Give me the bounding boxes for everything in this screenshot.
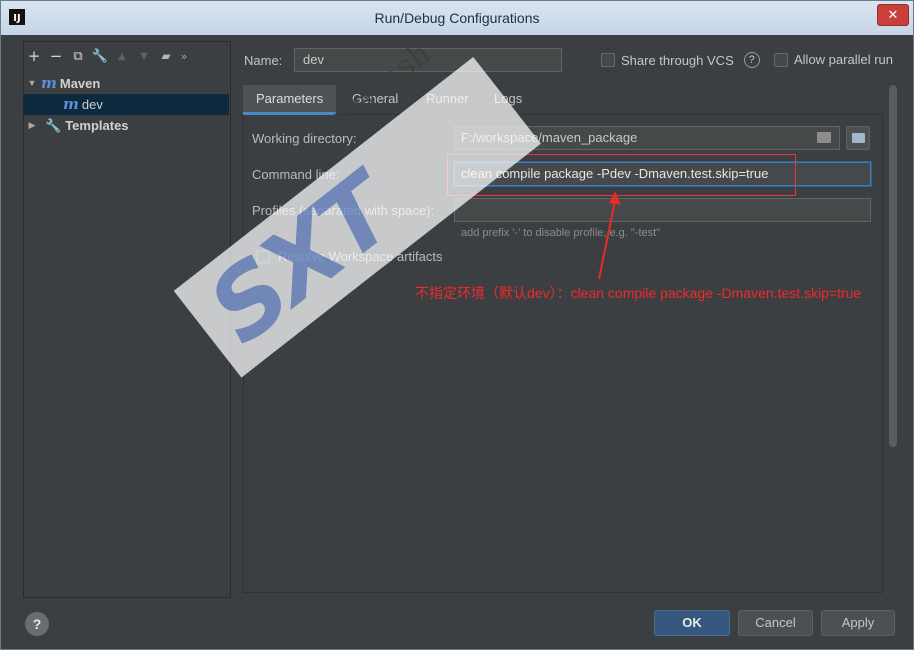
tab-runner[interactable]: Runner (413, 85, 482, 115)
run-debug-configurations-dialog: IJ Run/Debug Configurations ✕ + − ⧉ 🔧 ▲ … (0, 0, 914, 650)
annotation-text: 不指定环境（默认dev）：clean compile package -Dmav… (415, 285, 862, 301)
working-directory-label: Working directory: (252, 131, 357, 146)
apply-button[interactable]: Apply (821, 610, 895, 636)
folder-icon[interactable]: ▰ (155, 45, 177, 67)
annotation-arrow (598, 191, 621, 280)
name-label: Name: (244, 53, 283, 68)
tab-logs[interactable]: Logs (481, 85, 535, 115)
wrench-icon[interactable]: 🔧 (89, 45, 111, 67)
tree-toolbar: + − ⧉ 🔧 ▲ ▼ ▰ » (23, 45, 233, 67)
ok-button[interactable]: OK (654, 610, 730, 636)
tab-general[interactable]: General (339, 85, 411, 115)
configuration-tree: ▼ m Maven m dev ▶ 🔧 Templates (23, 73, 229, 136)
wrench-icon: 🔧 (45, 118, 62, 133)
tab-bar: Parameters General Runner Logs (243, 85, 883, 115)
working-directory-input[interactable]: F:/workspace/maven_package (454, 126, 840, 150)
move-up-icon[interactable]: ▲ (111, 45, 133, 67)
title-bar: IJ Run/Debug Configurations ✕ (1, 1, 913, 35)
remove-icon[interactable]: − (45, 45, 67, 67)
scrollbar-thumb[interactable] (889, 85, 897, 447)
add-icon[interactable]: + (23, 45, 45, 67)
copy-icon[interactable]: ⧉ (67, 45, 89, 67)
more-icon[interactable]: » (177, 45, 191, 67)
resolve-workspace-artifacts-label: Resolve Workspace artifacts (278, 249, 443, 264)
expand-arrow-icon[interactable]: ▼ (27, 73, 37, 94)
tree-item-dev[interactable]: m dev (23, 94, 229, 115)
tab-parameters[interactable]: Parameters (243, 85, 337, 115)
checkbox-box[interactable] (774, 52, 788, 67)
resolve-workspace-artifacts-checkbox[interactable]: Resolve Workspace artifacts (256, 249, 443, 264)
profiles-label: Profiles (separated with space): (252, 203, 435, 218)
checkbox-box[interactable] (256, 249, 270, 264)
cancel-button[interactable]: Cancel (738, 610, 813, 636)
share-through-vcs-label: Share through VCS (621, 52, 734, 68)
move-down-icon[interactable]: ▼ (133, 45, 155, 67)
tree-item-label: Maven (59, 76, 101, 91)
allow-parallel-run-checkbox[interactable]: Allow parallel run (774, 52, 893, 67)
tree-item-label: dev (81, 97, 103, 112)
maven-icon: m (41, 74, 57, 92)
tree-item-label: Templates (65, 118, 129, 133)
help-icon[interactable]: ? (743, 52, 760, 68)
tree-item-maven[interactable]: ▼ m Maven (23, 73, 229, 94)
macro-folder-button[interactable] (846, 126, 870, 150)
window-title: Run/Debug Configurations (374, 10, 540, 26)
tree-item-templates[interactable]: ▶ 🔧 Templates (23, 115, 229, 136)
help-button[interactable]: ? (25, 612, 49, 636)
name-input[interactable]: dev (294, 48, 562, 72)
command-line-label: Command line: (252, 167, 340, 182)
maven-icon: m (63, 95, 79, 113)
browse-folder-icon[interactable] (817, 132, 831, 143)
working-directory-value: F:/workspace/maven_package (461, 130, 638, 145)
allow-parallel-run-label: Allow parallel run (794, 52, 893, 67)
profiles-input[interactable] (454, 198, 871, 222)
close-button[interactable]: ✕ (877, 4, 909, 26)
collapse-arrow-icon[interactable]: ▶ (27, 115, 37, 136)
share-through-vcs-checkbox[interactable]: Share through VCS ? (601, 52, 760, 68)
checkbox-box[interactable] (601, 53, 615, 67)
